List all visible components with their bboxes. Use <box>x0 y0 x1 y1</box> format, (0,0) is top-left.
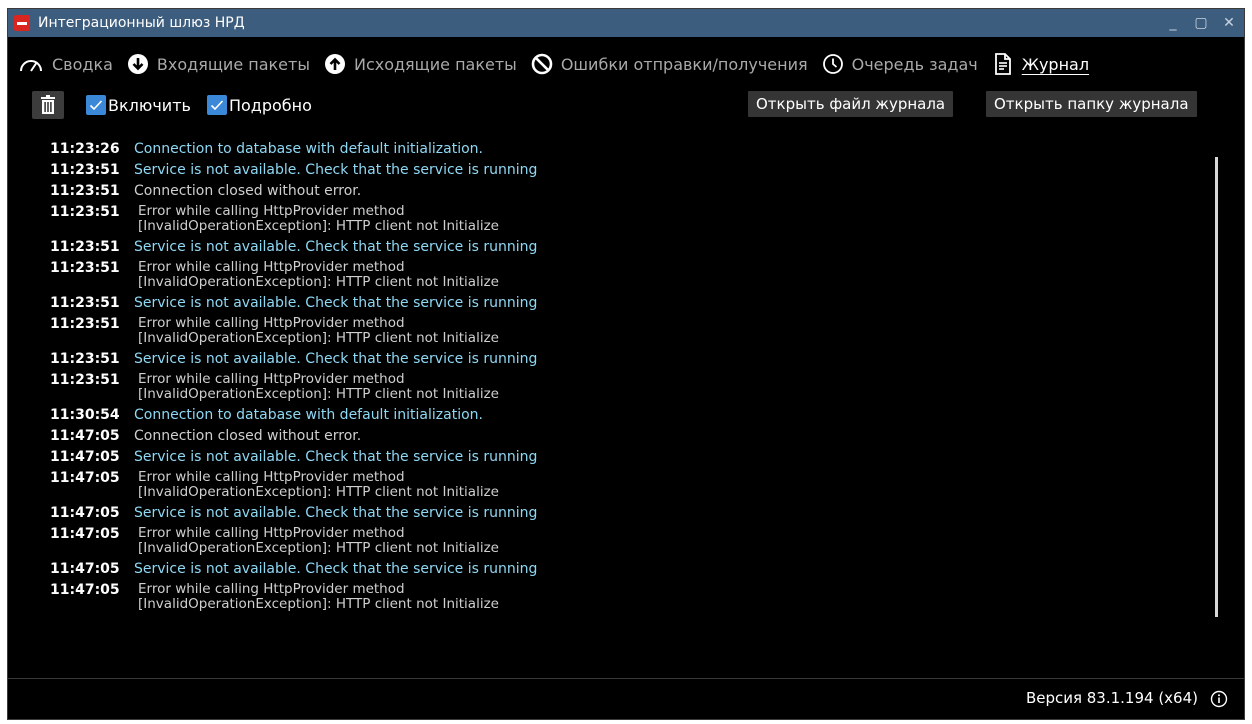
open-log-file-button[interactable]: Открыть файл журнала <box>748 91 954 117</box>
log-message: Service is not available. Check that the… <box>134 505 538 521</box>
version-label: Версия 83.1.194 (x64) <box>1025 689 1198 707</box>
close-button[interactable]: ✕ <box>1222 15 1236 31</box>
log-entry: 11:47:05 Error while calling HttpProvider… <box>8 526 1244 556</box>
log-message: Connection closed without error. <box>134 428 362 444</box>
log-message: Error while calling HttpProvider method … <box>138 315 499 346</box>
log-message: Error while calling HttpProvider method … <box>138 259 499 290</box>
log-message: Error while calling HttpProvider method … <box>138 371 499 402</box>
enable-label: Включить <box>108 95 191 115</box>
log-message: Service is not available. Check that the… <box>134 239 538 255</box>
tab-incoming[interactable]: Входящие пакеты <box>127 53 310 75</box>
log-time: 11:23:51 <box>50 183 120 199</box>
log-entry: 11:47:05 Service is not available. Check … <box>8 561 1244 577</box>
tab-errors[interactable]: Ошибки отправки/получения <box>531 53 808 75</box>
trash-icon <box>41 95 55 114</box>
log-message: Error while calling HttpProvider method … <box>138 203 499 234</box>
log-time: 11:23:26 <box>50 141 120 157</box>
log-entry: 11:23:51 Error while calling HttpProvider… <box>8 260 1244 290</box>
log-message: Service is not available. Check that the… <box>134 561 538 577</box>
log-message: Connection closed without error. <box>134 183 362 199</box>
tab-label: Журнал <box>1021 54 1090 74</box>
verbose-label: Подробно <box>228 95 312 115</box>
tab-label: Сводка <box>52 54 113 74</box>
log-time: 11:30:54 <box>50 407 120 423</box>
document-icon <box>994 53 1011 75</box>
verbose-checkbox[interactable]: Подробно <box>206 95 312 115</box>
log-message: Service is not available. Check that the… <box>134 162 538 178</box>
tab-task-queue[interactable]: Очередь задач <box>822 53 978 75</box>
log-entry: 11:23:51 Service is not available. Check … <box>8 162 1244 178</box>
clock-icon <box>822 54 843 74</box>
log-message: Connection to database with default init… <box>134 141 483 157</box>
title-bar[interactable]: Интеграционный шлюз НРД _ ▢ ✕ <box>8 9 1244 37</box>
clear-log-button[interactable] <box>32 91 64 119</box>
log-time: 11:23:51 <box>50 260 120 276</box>
log-time: 11:47:05 <box>50 505 120 521</box>
log-entry: 11:23:51 Connection closed without error. <box>8 183 1244 199</box>
log-message: Error while calling HttpProvider method … <box>138 469 499 500</box>
gauge-icon <box>20 60 42 72</box>
log-time: 11:23:51 <box>50 372 120 388</box>
log-message: Connection to database with default init… <box>134 407 483 423</box>
log-time: 11:23:51 <box>50 316 120 332</box>
log-message: Error while calling HttpProvider method … <box>138 525 499 556</box>
log-entry: 11:47:05 Service is not available. Check … <box>8 449 1244 465</box>
log-entry: 11:23:51 Error while calling HttpProvider… <box>8 316 1244 346</box>
log-time: 11:23:51 <box>50 295 120 311</box>
log-entry: 11:23:51 Service is not available. Check … <box>8 239 1244 255</box>
log-time: 11:23:51 <box>50 351 120 367</box>
tab-label: Ошибки отправки/получения <box>560 54 808 74</box>
arrow-up-circle-icon <box>324 54 345 74</box>
maximize-button[interactable]: ▢ <box>1194 15 1208 31</box>
log-time: 11:47:05 <box>50 428 120 444</box>
tab-journal[interactable]: Журнал <box>992 52 1089 76</box>
log-time: 11:47:05 <box>50 561 120 577</box>
log-time: 11:47:05 <box>50 582 120 598</box>
checkmark-icon <box>206 95 227 115</box>
tab-outgoing[interactable]: Исходящие пакеты <box>324 53 517 75</box>
window-controls: _ ▢ ✕ <box>1166 9 1236 37</box>
app-logo-icon <box>14 15 30 31</box>
log-time: 11:47:05 <box>50 526 120 542</box>
app-window: Интеграционный шлюз НРД _ ▢ ✕ Сводка Вхо… <box>7 8 1245 720</box>
log-message: Service is not available. Check that the… <box>134 351 538 367</box>
log-message: Error while calling HttpProvider method … <box>138 581 499 612</box>
log-entry: 11:47:05 Error while calling HttpProvider… <box>8 582 1244 612</box>
journal-toolbar: Включить Подробно Открыть файл журнала О… <box>32 91 1244 119</box>
log-entry: 11:23:51 Error while calling HttpProvider… <box>8 372 1244 402</box>
log-entry: 11:23:51 Service is not available. Check … <box>8 295 1244 311</box>
tab-label: Исходящие пакеты <box>353 54 517 74</box>
log-time: 11:23:51 <box>50 239 120 255</box>
checkmark-icon <box>86 95 106 115</box>
log-time: 11:47:05 <box>50 449 120 465</box>
minimize-button[interactable]: _ <box>1166 15 1180 31</box>
log-time: 11:23:51 <box>50 204 120 220</box>
no-entry-icon <box>531 53 553 75</box>
log-entry: 11:47:05 Error while calling HttpProvider… <box>8 470 1244 500</box>
open-log-folder-button[interactable]: Открыть папку журнала <box>986 91 1197 117</box>
log-time: 11:23:51 <box>50 162 120 178</box>
info-icon[interactable] <box>1210 690 1228 708</box>
tab-bar: Сводка Входящие пакеты Исходящие пакеты … <box>8 47 1244 81</box>
status-bar: Версия 83.1.194 (x64) <box>8 678 1244 719</box>
log-entry: 11:47:05 Connection closed without error. <box>8 428 1244 444</box>
log-entry: 11:30:54 Connection to database with defa… <box>8 407 1244 423</box>
log-entry: 11:23:26 Connection to database with defa… <box>8 141 1244 157</box>
log-time: 11:47:05 <box>50 470 120 486</box>
log-scrollbar[interactable] <box>1215 157 1218 617</box>
log-list[interactable]: 11:23:26 Connection to database with defa… <box>8 129 1244 667</box>
enable-checkbox[interactable]: Включить <box>86 95 191 115</box>
tab-summary[interactable]: Сводка <box>18 54 113 74</box>
log-message: Service is not available. Check that the… <box>134 295 538 311</box>
log-message: Service is not available. Check that the… <box>134 449 538 465</box>
log-entry: 11:23:51 Service is not available. Check … <box>8 351 1244 367</box>
window-title: Интеграционный шлюз НРД <box>38 15 245 31</box>
log-entry: 11:47:05 Service is not available. Check … <box>8 505 1244 521</box>
log-entry: 11:23:51 Error while calling HttpProvider… <box>8 204 1244 234</box>
tab-label: Очередь задач <box>851 54 978 74</box>
arrow-down-circle-icon <box>127 54 148 74</box>
tab-label: Входящие пакеты <box>156 54 310 74</box>
